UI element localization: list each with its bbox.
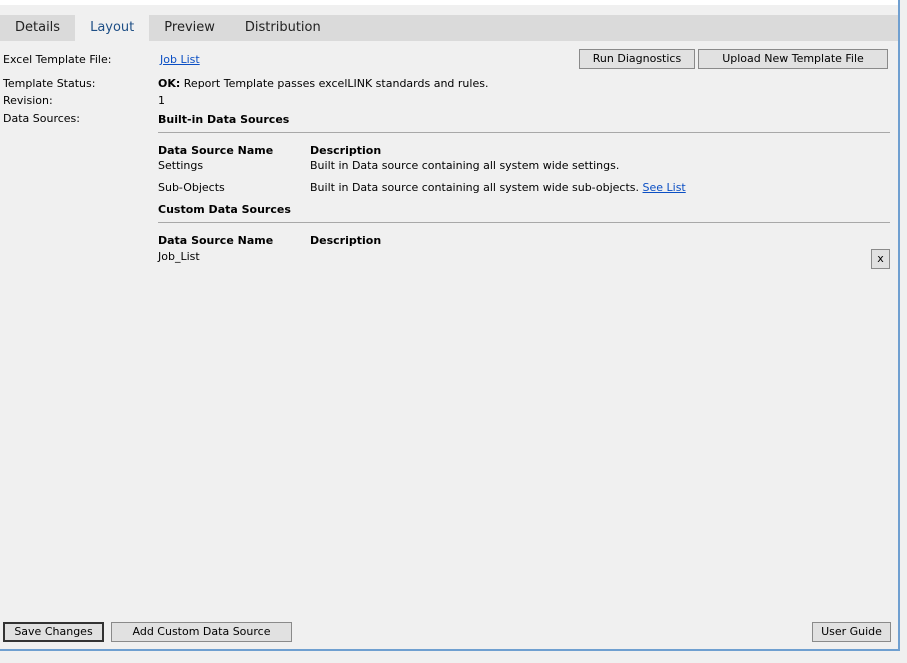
revision-value: 1	[158, 94, 165, 107]
add-custom-data-source-button[interactable]: Add Custom Data Source	[111, 622, 292, 642]
status-ok-text: OK:	[158, 77, 181, 90]
report-template-window: Details Layout Preview Distribution Exce…	[0, 0, 900, 651]
template-file-link[interactable]: Job List	[160, 53, 200, 66]
tab-distribution[interactable]: Distribution	[230, 15, 336, 41]
builtin-row-name: Sub-Objects	[158, 181, 225, 194]
see-list-link[interactable]: See List	[643, 181, 686, 194]
data-sources-label: Data Sources:	[3, 112, 80, 125]
builtin-row-name: Settings	[158, 159, 204, 172]
builtin-divider	[158, 132, 890, 133]
custom-col-description: Description	[310, 234, 382, 247]
template-status-label: Template Status:	[3, 77, 96, 90]
custom-col-name: Data Source Name	[158, 234, 274, 247]
custom-divider	[158, 222, 890, 223]
builtin-row-description: Built in Data source containing all syst…	[310, 159, 620, 172]
remove-data-source-button[interactable]: x	[871, 249, 890, 269]
top-bar	[0, 0, 898, 5]
tab-details[interactable]: Details	[0, 15, 75, 41]
builtin-col-name: Data Source Name	[158, 144, 274, 157]
run-diagnostics-button[interactable]: Run Diagnostics	[579, 49, 695, 69]
builtin-col-description: Description	[310, 144, 382, 157]
template-status-value: OK: Report Template passes excelLINK sta…	[158, 77, 488, 90]
builtin-heading: Built-in Data Sources	[158, 113, 290, 126]
custom-heading: Custom Data Sources	[158, 203, 291, 216]
template-file-label: Excel Template File:	[3, 53, 112, 66]
custom-row-name: Job_List	[158, 250, 200, 263]
bottom-strip	[0, 653, 907, 663]
builtin-row-description: Built in Data source containing all syst…	[310, 181, 686, 194]
tab-preview[interactable]: Preview	[149, 15, 230, 41]
revision-label: Revision:	[3, 94, 53, 107]
upload-template-button[interactable]: Upload New Template File	[698, 49, 888, 69]
status-text: Report Template passes excelLINK standar…	[183, 77, 489, 90]
tab-bar: Details Layout Preview Distribution	[0, 15, 898, 41]
tab-layout[interactable]: Layout	[75, 15, 150, 41]
user-guide-button[interactable]: User Guide	[812, 622, 891, 642]
save-changes-button[interactable]: Save Changes	[3, 622, 104, 642]
builtin-row-description-text: Built in Data source containing all syst…	[310, 181, 639, 194]
